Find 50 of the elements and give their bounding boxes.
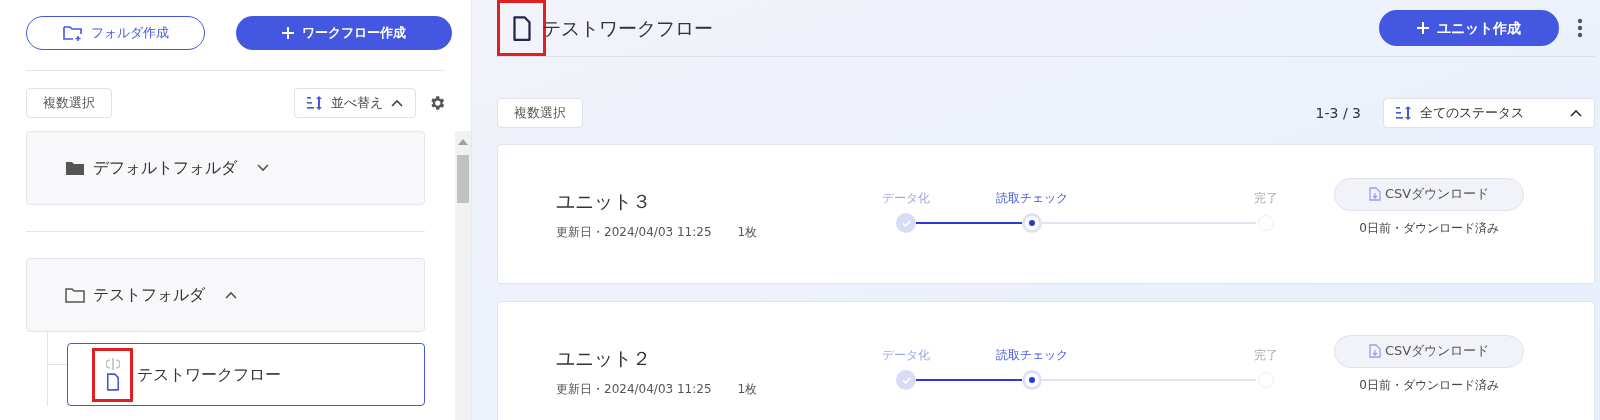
file-download-icon bbox=[1368, 187, 1381, 201]
unit-card[interactable]: ユニット３ 更新日・2024/04/03 11:25 1枚 データ化 読取チェック 完了 CSVダウンロード 0日前・ダウンロード済み bbox=[497, 144, 1595, 284]
more-icon[interactable] bbox=[1577, 18, 1583, 38]
step-label: 読取チェック bbox=[996, 347, 1068, 364]
folder-outline-icon bbox=[65, 287, 85, 303]
updated-date: 更新日・2024/04/03 11:25 bbox=[556, 224, 712, 242]
step-label: データ化 bbox=[882, 190, 930, 207]
folder-card[interactable]: デフォルトフォルダ bbox=[26, 131, 425, 205]
chevron-up-icon bbox=[225, 291, 237, 299]
unit-name: ユニット２ bbox=[556, 345, 651, 371]
step-label: 完了 bbox=[1254, 347, 1278, 364]
multi-select-button[interactable]: 複数選択 bbox=[497, 98, 583, 128]
check-icon bbox=[901, 376, 911, 384]
scrollbar-thumb[interactable] bbox=[457, 155, 469, 203]
download-status: 0日前・ダウンロード済み bbox=[1359, 219, 1499, 237]
page-count: 1枚 bbox=[737, 224, 758, 242]
create-unit-button[interactable]: ユニット作成 bbox=[1379, 10, 1559, 46]
plus-icon bbox=[282, 27, 294, 39]
folder-card[interactable]: テストフォルダ bbox=[26, 258, 425, 332]
chevron-down-icon bbox=[257, 164, 269, 172]
unit-name: ユニット３ bbox=[556, 188, 651, 214]
step-label: データ化 bbox=[882, 347, 930, 364]
chevron-up-icon bbox=[391, 99, 403, 107]
folder-plus-icon bbox=[62, 25, 83, 41]
sort-icon bbox=[307, 96, 323, 110]
chevron-up-icon bbox=[1570, 109, 1582, 117]
csv-download-button[interactable]: CSVダウンロード bbox=[1334, 334, 1524, 368]
result-count: 1-3 / 3 bbox=[1315, 103, 1361, 123]
create-workflow-button[interactable]: ワークフロー作成 bbox=[236, 16, 452, 50]
status-filter-button[interactable]: 全てのステータス bbox=[1383, 98, 1595, 128]
folder-name: テストフォルダ bbox=[93, 284, 205, 306]
folder-name: デフォルトフォルダ bbox=[93, 157, 237, 179]
file-icon bbox=[105, 373, 120, 391]
step-label: 読取チェック bbox=[996, 190, 1068, 207]
step-label: 完了 bbox=[1254, 190, 1278, 207]
download-status: 0日前・ダウンロード済み bbox=[1359, 376, 1499, 394]
unit-card[interactable]: ユニット２ 更新日・2024/04/03 11:25 1枚 データ化 読取チェック 完了 CSVダウンロード 0日前・ダウンロード済み bbox=[497, 301, 1595, 420]
workflow-name: テストワークフロー bbox=[137, 363, 281, 386]
plus-icon bbox=[1417, 22, 1429, 34]
sort-button[interactable]: 並べ替え bbox=[294, 88, 416, 118]
file-icon bbox=[511, 15, 532, 41]
folder-icon bbox=[65, 160, 85, 176]
updated-date: 更新日・2024/04/03 11:25 bbox=[556, 381, 712, 399]
multi-select-button[interactable]: 複数選択 bbox=[26, 88, 112, 118]
page-count: 1枚 bbox=[737, 381, 758, 399]
workflow-item[interactable]: テストワークフロー bbox=[67, 343, 425, 406]
sort-icon bbox=[1396, 106, 1412, 120]
check-icon bbox=[901, 219, 911, 227]
file-download-icon bbox=[1368, 344, 1381, 358]
csv-download-button[interactable]: CSVダウンロード bbox=[1334, 177, 1524, 211]
